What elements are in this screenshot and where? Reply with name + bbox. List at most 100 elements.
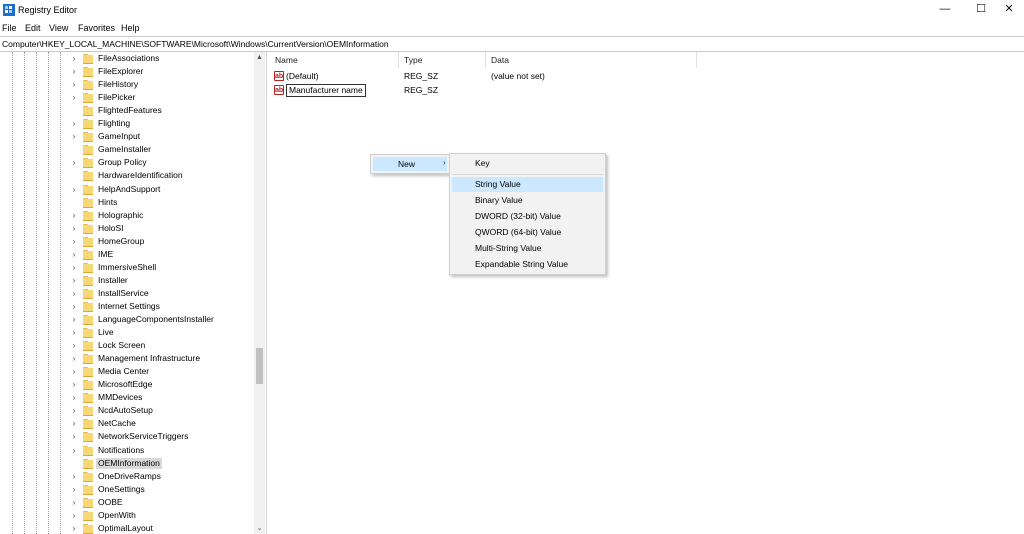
tree-item[interactable]: HardwareIdentification	[0, 169, 254, 182]
tree-item[interactable]: › FileExplorer	[0, 65, 254, 78]
submenu-item[interactable]: Multi-String Value	[452, 241, 603, 256]
chevron-right-icon[interactable]: ›	[70, 52, 78, 65]
submenu-item[interactable]: QWORD (64-bit) Value	[452, 225, 603, 240]
column-divider[interactable]	[696, 52, 697, 68]
column-divider[interactable]	[398, 52, 399, 68]
chevron-right-icon[interactable]: ›	[70, 300, 78, 313]
column-header-name[interactable]: Name	[275, 55, 298, 65]
chevron-right-icon[interactable]: ›	[70, 444, 78, 457]
tree-item[interactable]: › FileAssociations	[0, 52, 254, 65]
chevron-right-icon[interactable]: ›	[70, 470, 78, 483]
tree-item[interactable]: › OneDriveRamps	[0, 470, 254, 483]
value-name-edit-field[interactable]: Manufacturer name	[286, 84, 366, 97]
submenu-item[interactable]: Expandable String Value	[452, 257, 603, 272]
chevron-right-icon[interactable]: ›	[70, 365, 78, 378]
context-menu-new[interactable]: New ›	[373, 157, 447, 171]
tree-item[interactable]: › NcdAutoSetup	[0, 404, 254, 417]
tree-item[interactable]: › MMDevices	[0, 391, 254, 404]
tree-item[interactable]: OEMInformation	[0, 457, 254, 470]
window-title: Registry Editor	[18, 5, 78, 15]
chevron-right-icon[interactable]: ›	[70, 326, 78, 339]
column-header-type[interactable]: Type	[404, 55, 422, 65]
tree-item[interactable]: › ImmersiveShell	[0, 261, 254, 274]
chevron-right-icon[interactable]: ›	[70, 430, 78, 443]
chevron-right-icon[interactable]: ›	[70, 209, 78, 222]
tree-item[interactable]: › HelpAndSupport	[0, 183, 254, 196]
chevron-right-icon[interactable]: ›	[70, 313, 78, 326]
chevron-right-icon[interactable]: ›	[70, 352, 78, 365]
chevron-right-icon[interactable]: ›	[70, 339, 78, 352]
scroll-down-icon[interactable]: ⌄	[254, 523, 265, 534]
chevron-right-icon[interactable]: ›	[70, 404, 78, 417]
chevron-right-icon[interactable]: ›	[70, 117, 78, 130]
tree-item-label: OneDriveRamps	[98, 470, 161, 481]
menu-favorites[interactable]: Favorites	[78, 23, 115, 33]
address-bar[interactable]: Computer\HKEY_LOCAL_MACHINE\SOFTWARE\Mic…	[0, 36, 1024, 52]
tree-item[interactable]: › OOBE	[0, 496, 254, 509]
chevron-right-icon[interactable]: ›	[70, 391, 78, 404]
tree-item[interactable]: › Internet Settings	[0, 300, 254, 313]
tree-item[interactable]: › NetCache	[0, 417, 254, 430]
chevron-right-icon[interactable]: ›	[70, 496, 78, 509]
tree-item[interactable]: › Installer	[0, 274, 254, 287]
chevron-right-icon[interactable]: ›	[70, 130, 78, 143]
tree-item[interactable]: › Live	[0, 326, 254, 339]
value-row-default[interactable]: ab (Default) REG_SZ (value not set)	[270, 70, 700, 83]
chevron-right-icon[interactable]: ›	[70, 156, 78, 169]
value-row-manufacturer[interactable]: ab Manufacturer name REG_SZ	[270, 84, 700, 97]
tree-item[interactable]: › FileHistory	[0, 78, 254, 91]
chevron-right-icon[interactable]: ›	[70, 261, 78, 274]
menu-file[interactable]: File	[2, 23, 17, 33]
submenu-item[interactable]: String Value	[452, 177, 603, 192]
tree-item[interactable]: › OptimalLayout	[0, 522, 254, 534]
tree-item[interactable]: › Notifications	[0, 444, 254, 457]
tree-item[interactable]: › NetworkServiceTriggers	[0, 430, 254, 443]
tree-item[interactable]: › HoloSI	[0, 222, 254, 235]
tree-item[interactable]: › FilePicker	[0, 91, 254, 104]
tree-item[interactable]: › GameInput	[0, 130, 254, 143]
scroll-up-icon[interactable]: ▲	[254, 52, 265, 63]
tree-item[interactable]: › MicrosoftEdge	[0, 378, 254, 391]
chevron-right-icon[interactable]: ›	[70, 378, 78, 391]
close-button[interactable]: ✕	[991, 0, 1024, 20]
submenu-item[interactable]: Binary Value	[452, 193, 603, 208]
tree-item[interactable]: › LanguageComponentsInstaller	[0, 313, 254, 326]
tree-item[interactable]: Hints	[0, 196, 254, 209]
submenu-item[interactable]: DWORD (32-bit) Value	[452, 209, 603, 224]
chevron-right-icon[interactable]: ›	[70, 78, 78, 91]
chevron-right-icon[interactable]: ›	[70, 235, 78, 248]
chevron-right-icon[interactable]: ›	[70, 417, 78, 430]
submenu-item[interactable]: Key	[452, 156, 603, 171]
chevron-right-icon[interactable]: ›	[70, 222, 78, 235]
tree-item[interactable]: › Flighting	[0, 117, 254, 130]
tree-item[interactable]: › Lock Screen	[0, 339, 254, 352]
menu-edit[interactable]: Edit	[25, 23, 41, 33]
tree-item[interactable]: › InstallService	[0, 287, 254, 300]
chevron-right-icon[interactable]: ›	[70, 274, 78, 287]
chevron-right-icon[interactable]: ›	[70, 248, 78, 261]
tree-item[interactable]: › IME	[0, 248, 254, 261]
tree-item[interactable]: GameInstaller	[0, 143, 254, 156]
tree-item[interactable]: › Media Center	[0, 365, 254, 378]
chevron-right-icon[interactable]: ›	[70, 483, 78, 496]
tree-scrollbar[interactable]: ▲ ⌄	[254, 52, 265, 534]
tree-item[interactable]: › Management Infrastructure	[0, 352, 254, 365]
chevron-right-icon[interactable]: ›	[70, 522, 78, 534]
menu-help[interactable]: Help	[121, 23, 140, 33]
minimize-button[interactable]: —	[927, 0, 963, 20]
chevron-right-icon[interactable]: ›	[70, 65, 78, 78]
column-divider[interactable]	[485, 52, 486, 68]
tree-item[interactable]: › OpenWith	[0, 509, 254, 522]
scroll-thumb[interactable]	[256, 348, 263, 384]
chevron-right-icon[interactable]: ›	[70, 183, 78, 196]
menu-view[interactable]: View	[49, 23, 68, 33]
tree-item[interactable]: › OneSettings	[0, 483, 254, 496]
tree-item[interactable]: › Holographic	[0, 209, 254, 222]
chevron-right-icon[interactable]: ›	[70, 509, 78, 522]
tree-item[interactable]: FlightedFeatures	[0, 104, 254, 117]
column-header-data[interactable]: Data	[491, 55, 509, 65]
tree-item[interactable]: › HomeGroup	[0, 235, 254, 248]
chevron-right-icon[interactable]: ›	[70, 91, 78, 104]
tree-item[interactable]: › Group Policy	[0, 156, 254, 169]
chevron-right-icon[interactable]: ›	[70, 287, 78, 300]
